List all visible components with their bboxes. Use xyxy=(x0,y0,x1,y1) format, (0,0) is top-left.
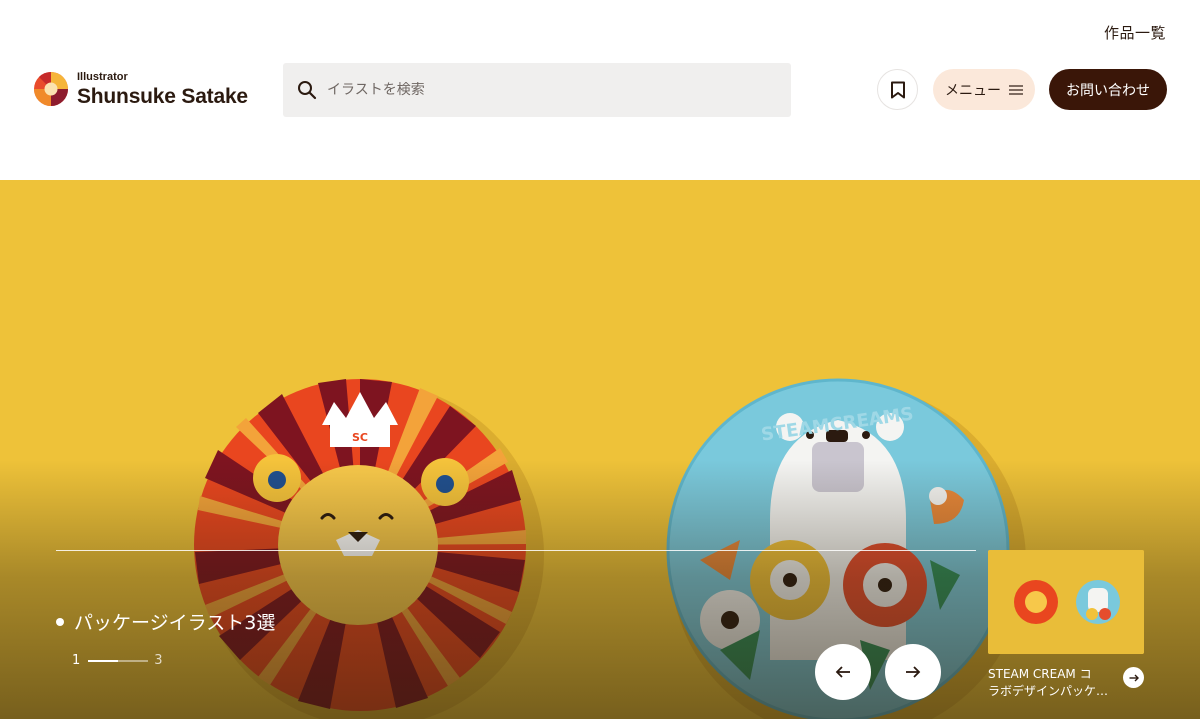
menu-button[interactable]: メニュー xyxy=(933,69,1035,110)
menu-label: メニュー xyxy=(945,82,1001,99)
arrow-right-icon xyxy=(1129,674,1139,681)
prev-slide-button[interactable] xyxy=(815,644,871,700)
logo-mark-icon xyxy=(34,72,68,106)
search-input[interactable] xyxy=(327,82,747,98)
next-slide-thumbnail[interactable] xyxy=(988,550,1144,654)
pager-current: 1 xyxy=(72,653,81,668)
next-slide-button[interactable] xyxy=(885,644,941,700)
bookmark-button[interactable] xyxy=(877,69,918,110)
next-slide-thumbnail-image xyxy=(988,550,1144,654)
hero-slider: SC STEAMCREAMS パッケージイラスト3選 1 3 STEAM CRE… xyxy=(0,180,1200,719)
search-bar[interactable] xyxy=(283,63,791,117)
pager-progress-fill xyxy=(88,659,119,662)
hero-divider xyxy=(56,550,976,551)
works-list-link[interactable]: 作品一覧 xyxy=(1104,22,1166,43)
arrow-right-icon xyxy=(906,666,921,678)
next-slide-caption[interactable]: STEAM CREAM コ ラボデザインパッケ… xyxy=(988,666,1123,701)
next-slide-link-button[interactable] xyxy=(1123,667,1144,688)
slide-title-text: パッケージイラスト3選 xyxy=(74,612,276,634)
next-slide-caption-line2: ラボデザインパッケ… xyxy=(988,684,1109,699)
pager-progress-track xyxy=(88,659,149,662)
contact-button[interactable]: お問い合わせ xyxy=(1049,69,1167,110)
logo-subtitle: Illustrator xyxy=(77,70,128,83)
next-slide-caption-line1: STEAM CREAM コ xyxy=(988,667,1092,681)
site-header: Illustrator Shunsuke Satake メニュー お問い合わせ xyxy=(0,62,1200,118)
site-logo[interactable]: Illustrator Shunsuke Satake xyxy=(33,71,248,107)
pager-total: 3 xyxy=(154,653,163,668)
logo-name: Shunsuke Satake xyxy=(77,84,248,108)
slide-pager: 1 3 xyxy=(72,653,163,668)
bullet-dot-icon xyxy=(56,617,64,626)
search-icon xyxy=(298,81,317,100)
bookmark-icon xyxy=(890,81,905,98)
hamburger-icon xyxy=(1009,84,1023,95)
slide-title[interactable]: パッケージイラスト3選 xyxy=(56,608,275,635)
tin-lettering-left: SC xyxy=(352,431,368,444)
arrow-left-icon xyxy=(835,666,850,678)
